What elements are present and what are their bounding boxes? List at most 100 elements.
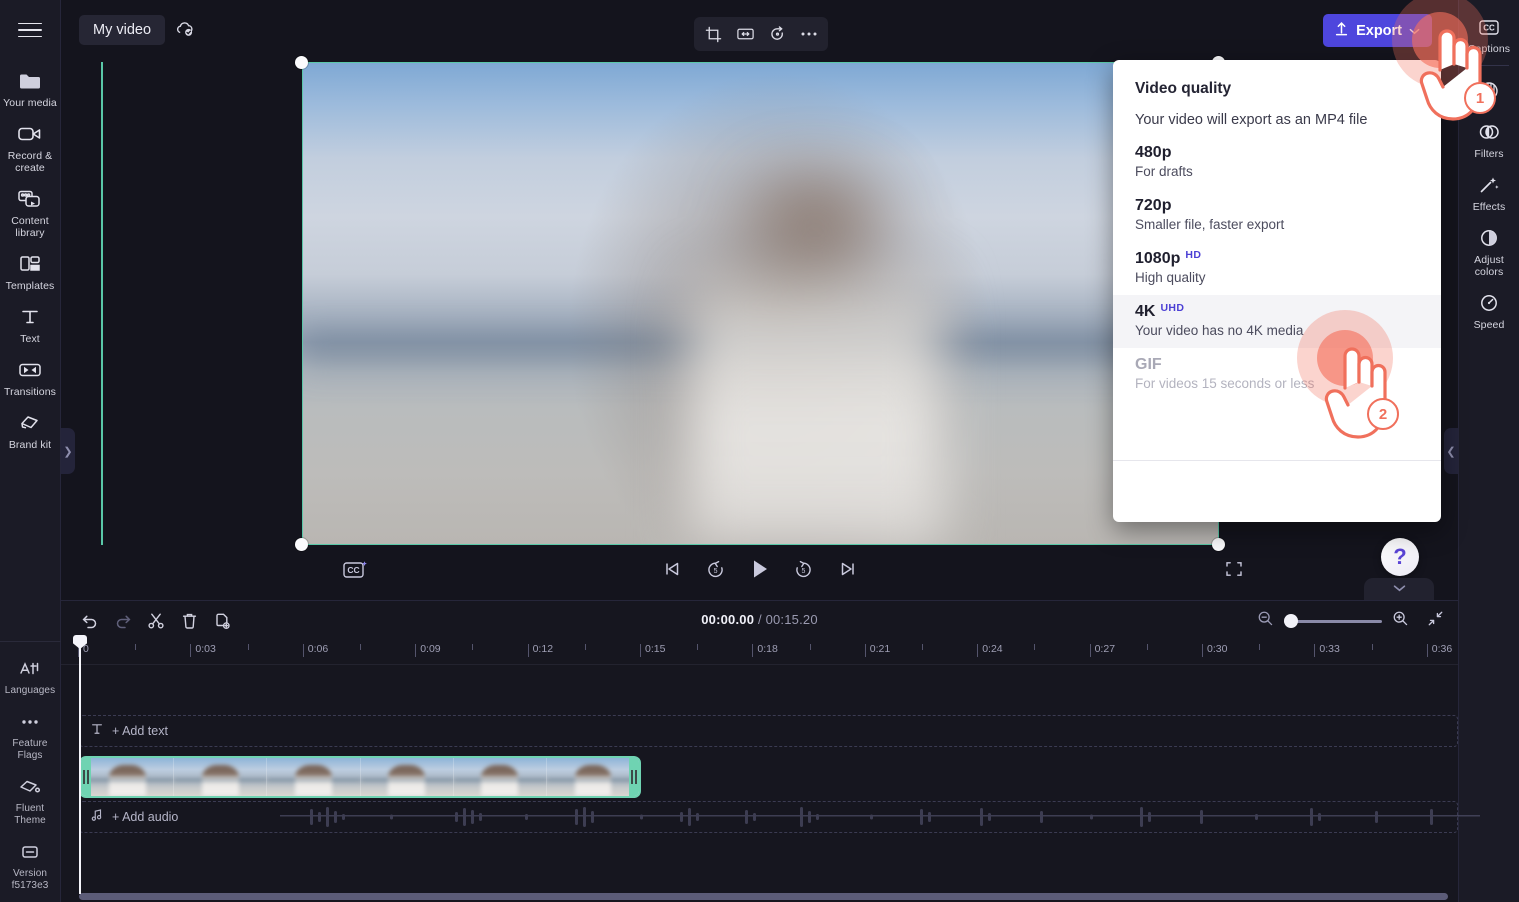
- sidebar-item-effects[interactable]: Effects: [1459, 164, 1519, 217]
- export-button-label: Export: [1356, 22, 1402, 39]
- sidebar-item-transitions[interactable]: Transitions: [0, 349, 61, 402]
- chevron-right-icon: ❯: [63, 445, 73, 458]
- export-button[interactable]: Export: [1323, 14, 1432, 47]
- add-audio-button[interactable]: + Add audio: [112, 810, 178, 824]
- more-tools-button[interactable]: [794, 20, 824, 48]
- clip-thumbnail: [359, 758, 453, 796]
- fullscreen-button[interactable]: [1225, 560, 1243, 583]
- duplicate-button[interactable]: [207, 607, 237, 635]
- selection-handle-top-left[interactable]: [295, 56, 308, 69]
- audio-track[interactable]: + Add audio: [79, 801, 1480, 833]
- option-title: 720p: [1135, 197, 1172, 214]
- ruler-tick-label: 0:06: [302, 643, 329, 657]
- sidebar-item-feature-flags[interactable]: Feature Flags: [0, 701, 61, 766]
- sidebar-item-label: Adjust colors: [1474, 254, 1504, 278]
- sidebar-item-filters[interactable]: Filters: [1459, 111, 1519, 164]
- timeline-ruler[interactable]: 0 0:03 0:06 0:09 0:12 0:15 0:18 0:21 0:24 0:27 0:3…: [61, 641, 1458, 665]
- fit-timeline-icon[interactable]: [1427, 610, 1444, 632]
- undo-button[interactable]: [75, 607, 105, 635]
- preview-subject: [687, 158, 944, 545]
- option-badge-hd: HD: [1185, 249, 1202, 261]
- hamburger-menu-button[interactable]: [0, 0, 61, 60]
- option-title: 4K: [1135, 303, 1156, 320]
- export-option-4k[interactable]: 4K UHD Your video has no 4K media: [1113, 295, 1441, 348]
- forward-5s-button[interactable]: 5: [791, 556, 817, 582]
- sidebar-item-text[interactable]: Text: [0, 296, 61, 349]
- hamburger-icon: [18, 18, 42, 43]
- magic-wand-icon: [1477, 172, 1501, 198]
- sidebar-item-label: Fluent Theme: [14, 803, 46, 826]
- zoom-slider-thumb[interactable]: [1284, 614, 1298, 628]
- clipchamp-editor: Your media Record & create Content libra…: [0, 0, 1519, 902]
- export-option-1080p[interactable]: 1080p HD High quality: [1113, 242, 1441, 295]
- sidebar-item-version[interactable]: Version f5173e3: [0, 831, 61, 896]
- sidebar-item-fluent-theme[interactable]: Fluent Theme: [0, 766, 61, 831]
- redo-button[interactable]: [108, 607, 138, 635]
- fit-to-frame-button[interactable]: [730, 20, 760, 48]
- right-sidebar: CC Captions Filters Effects Adjust color…: [1458, 0, 1519, 902]
- help-button[interactable]: ?: [1381, 538, 1419, 576]
- timeline-playhead[interactable]: [79, 635, 81, 894]
- rotate-tool-button[interactable]: [762, 20, 792, 48]
- sidebar-item-brand-kit[interactable]: Brand kit: [0, 402, 61, 455]
- project-name-field[interactable]: My video: [79, 15, 166, 45]
- option-desc: For drafts: [1135, 164, 1193, 179]
- ruler-tick-minor: [697, 644, 699, 650]
- timeline-zoom-controls: [1257, 610, 1444, 632]
- add-text-button[interactable]: + Add text: [112, 724, 168, 738]
- ruler-tick-label: 0:24: [977, 643, 1003, 657]
- selection-edge-left: [101, 62, 103, 545]
- sidebar-item-content-library[interactable]: Content library: [0, 178, 61, 243]
- timeline-horizontal-scrollbar[interactable]: [79, 893, 1448, 900]
- clip-trim-handle-right[interactable]: [629, 758, 639, 796]
- sidebar-item-captions[interactable]: CC Captions: [1459, 6, 1519, 59]
- export-quality-dropdown: Video quality Your video will export as …: [1113, 60, 1441, 522]
- text-t-icon: [90, 722, 104, 741]
- option-desc: High quality: [1135, 270, 1206, 285]
- sidebar-item-templates[interactable]: Templates: [0, 243, 61, 296]
- timeline-panel: 00:00.00 / 00:15.20 0 0:03 0:06 0:09 0:1…: [61, 600, 1480, 902]
- collapse-left-panel-button[interactable]: ❯: [61, 428, 75, 474]
- ruler-tick-minor: [360, 644, 361, 650]
- text-track[interactable]: + Add text: [79, 715, 1458, 747]
- clip-thumbnail: [173, 758, 267, 796]
- sidebar-item-fade[interactable]: [1459, 70, 1519, 111]
- split-button[interactable]: [141, 607, 171, 635]
- clip-thumbnail: [452, 758, 546, 796]
- export-option-480p[interactable]: 480p For drafts: [1113, 136, 1441, 189]
- sidebar-item-languages[interactable]: Languages: [0, 648, 61, 701]
- clip-trim-handle-left[interactable]: [81, 758, 91, 796]
- cloud-saved-icon[interactable]: [174, 19, 196, 44]
- selection-handle-bottom-left[interactable]: [295, 538, 308, 551]
- chevron-down-icon: [1409, 23, 1420, 39]
- captions-toggle-button[interactable]: CC: [342, 558, 370, 587]
- skip-to-end-button[interactable]: [835, 556, 861, 582]
- video-clip[interactable]: [79, 756, 641, 798]
- option-title: 1080p: [1135, 250, 1181, 267]
- zoom-out-icon[interactable]: [1257, 610, 1274, 632]
- collapse-right-panel-button[interactable]: ❮: [1444, 428, 1458, 474]
- sidebar-item-speed[interactable]: Speed: [1459, 282, 1519, 335]
- collapse-panel-chevron-button[interactable]: [1364, 578, 1434, 600]
- speedometer-icon: [1477, 290, 1501, 316]
- export-option-720p[interactable]: 720p Smaller file, faster export: [1113, 189, 1441, 242]
- rewind-5s-button[interactable]: 5: [703, 556, 729, 582]
- skip-to-start-button[interactable]: [659, 556, 685, 582]
- sidebar-item-label: Your media: [3, 97, 57, 109]
- sidebar-item-record-create[interactable]: Record & create: [0, 113, 61, 178]
- option-title: 480p: [1135, 144, 1172, 161]
- zoom-in-icon[interactable]: [1392, 610, 1409, 632]
- ruler-tick-minor: [1146, 644, 1148, 650]
- svg-text:5: 5: [714, 568, 718, 575]
- ruler-tick-label: 0:15: [639, 643, 666, 657]
- selection-handle-bottom-right[interactable]: [1212, 538, 1225, 551]
- video-preview[interactable]: [302, 62, 1219, 545]
- play-button[interactable]: [747, 556, 773, 582]
- ruler-tick-label: 0:21: [864, 643, 891, 657]
- sidebar-item-your-media[interactable]: Your media: [0, 60, 61, 113]
- crop-tool-button[interactable]: [698, 20, 728, 48]
- dropdown-subtitle: Your video will export as an MP4 file: [1135, 112, 1368, 128]
- sidebar-item-adjust-colors[interactable]: Adjust colors: [1459, 217, 1519, 282]
- delete-button[interactable]: [174, 607, 204, 635]
- zoom-slider[interactable]: [1284, 614, 1382, 628]
